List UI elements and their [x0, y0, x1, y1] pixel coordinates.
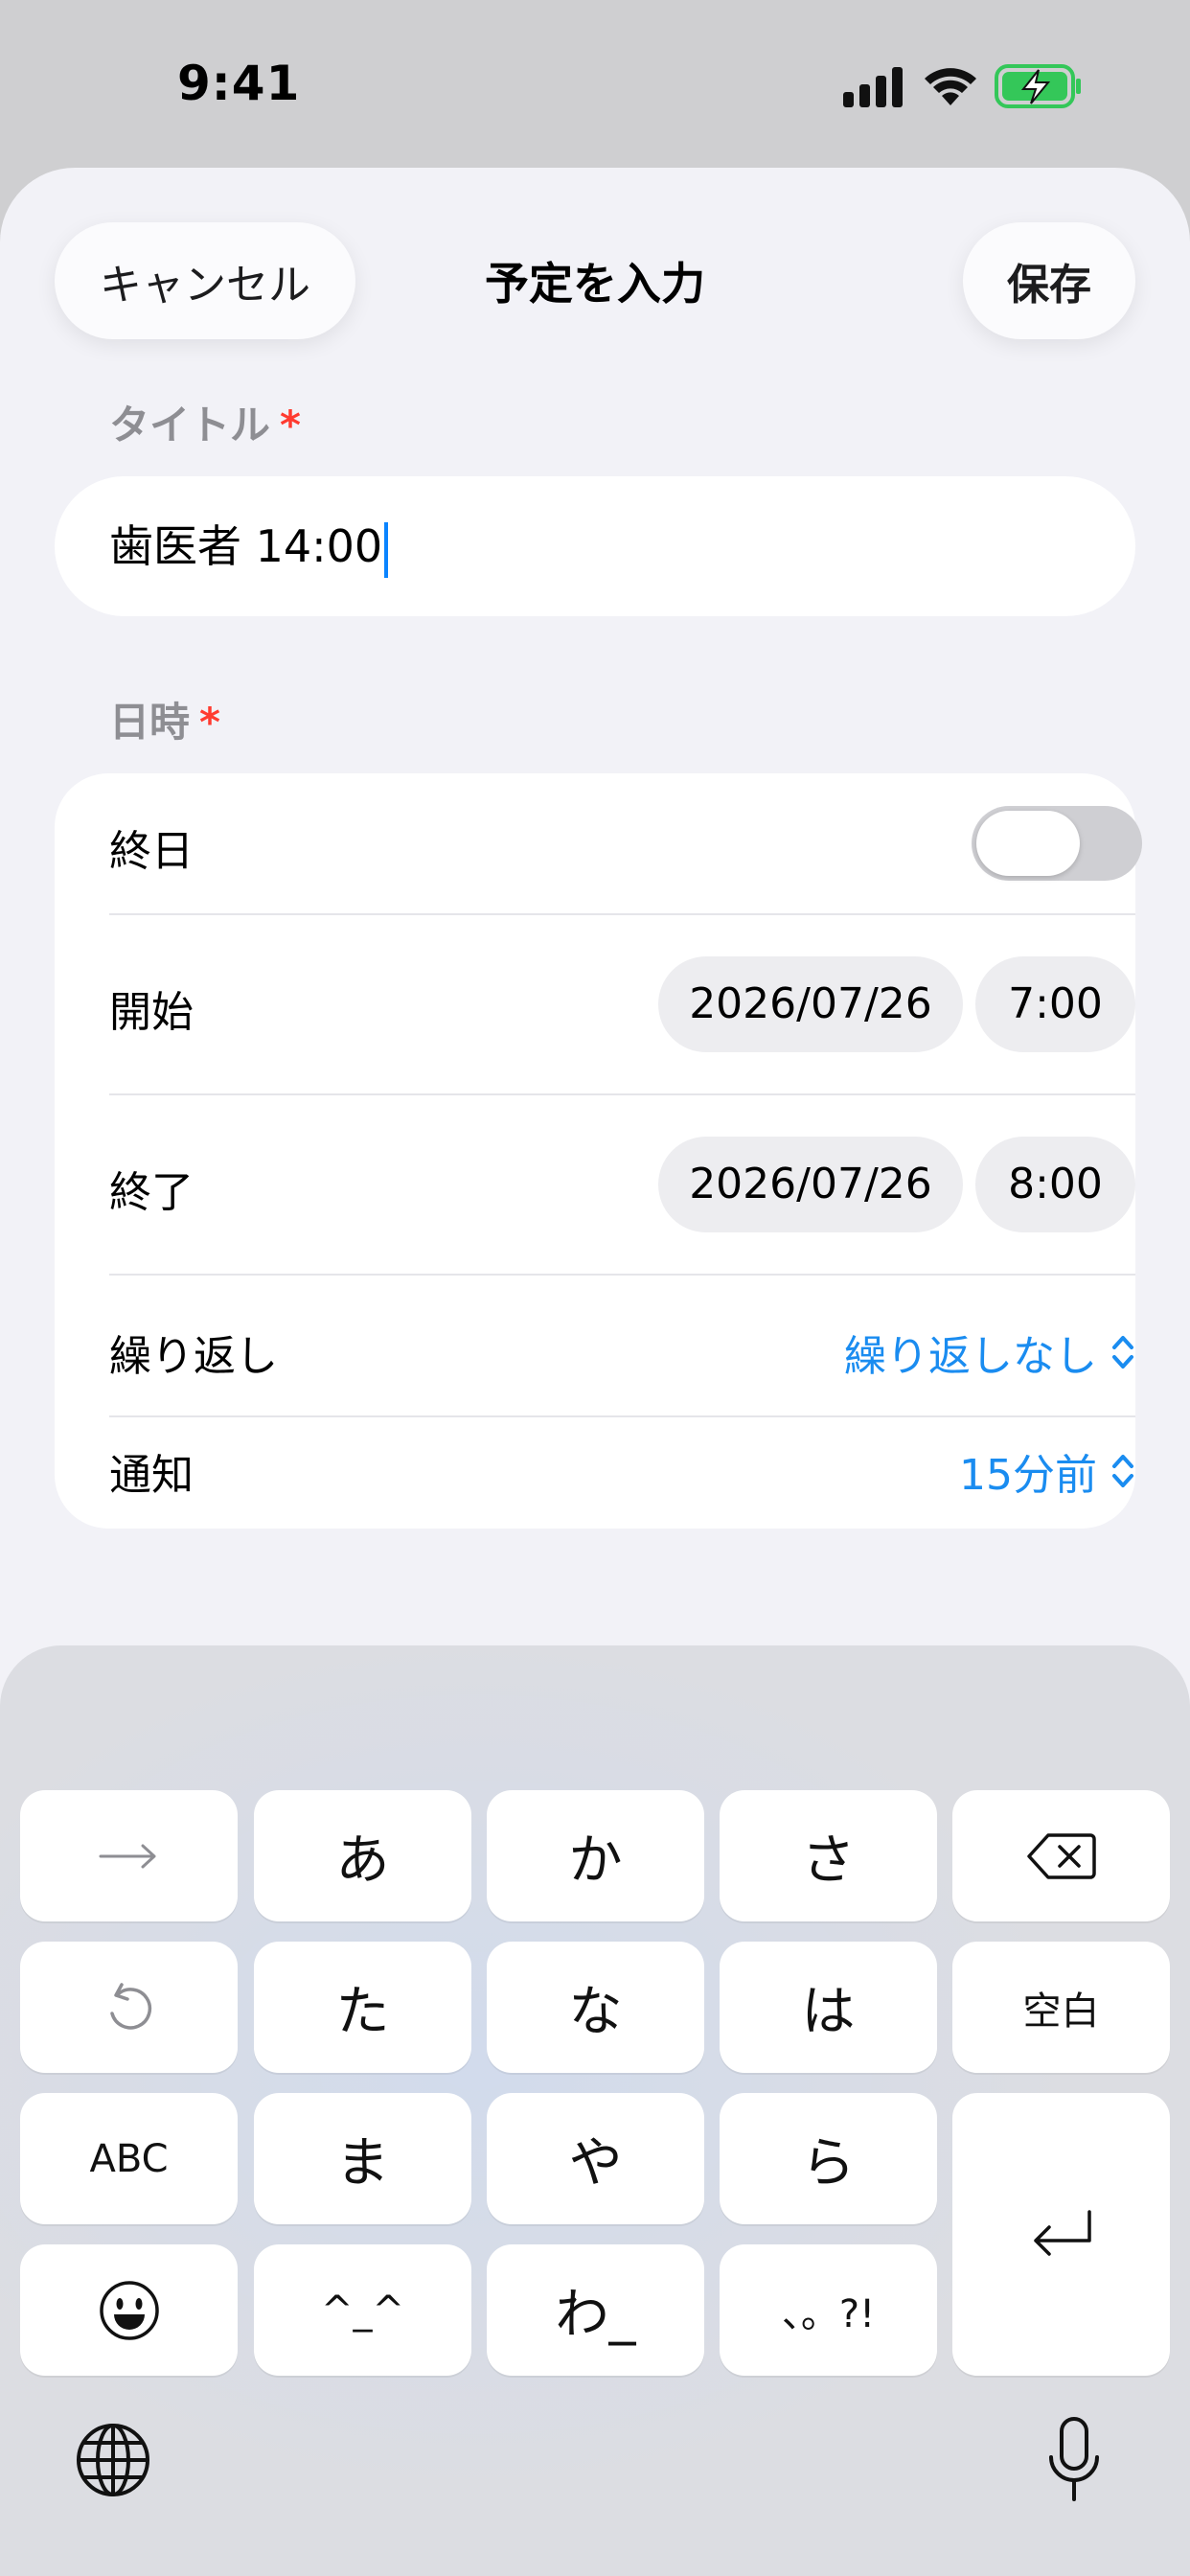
title-label-text: タイトル	[109, 402, 271, 448]
microphone-icon[interactable]	[1046, 2415, 1102, 2503]
key-undo[interactable]	[20, 1942, 238, 2073]
arrow-right-icon	[99, 1844, 155, 1868]
battery-charging-icon	[995, 64, 1081, 108]
repeat-label: 繰り返し	[109, 1332, 278, 1381]
all-day-toggle[interactable]	[972, 806, 1142, 881]
delete-icon	[1026, 1832, 1096, 1879]
title-input-value: 歯医者 14:00	[109, 520, 383, 572]
undo-icon	[109, 1982, 151, 2030]
key-ya[interactable]: や	[487, 2093, 704, 2224]
title-input[interactable]: 歯医者 14:00	[55, 476, 1135, 616]
start-label: 開始	[109, 988, 194, 1037]
key-ka[interactable]: か	[487, 1790, 704, 1921]
end-date-chip[interactable]: 2026/07/26	[658, 1137, 963, 1232]
key-abc[interactable]: ABC	[20, 2093, 238, 2224]
end-label: 終了	[109, 1168, 194, 1217]
all-day-label: 終日	[109, 827, 194, 876]
cellular-signal-icon	[843, 67, 903, 107]
required-mark: *	[199, 699, 220, 746]
status-bar: 9:41	[0, 0, 1190, 168]
key-punctuation[interactable]: 、。?!	[720, 2244, 937, 2376]
repeat-value: 繰り返しなし	[844, 1332, 1097, 1381]
repeat-row: 繰り返し 繰り返しなし	[109, 1276, 1135, 1415]
notification-picker[interactable]: 15分前	[959, 1440, 1135, 1502]
key-na[interactable]: な	[487, 1942, 704, 2073]
status-time: 9:41	[177, 56, 301, 111]
key-ma[interactable]: ま	[254, 2093, 471, 2224]
emoji-icon	[99, 2280, 159, 2340]
key-return[interactable]	[952, 2093, 1170, 2376]
key-ta[interactable]: た	[254, 1942, 471, 2073]
key-arrow-right[interactable]	[20, 1790, 238, 1921]
save-button[interactable]: 保存	[963, 222, 1135, 339]
end-row: 終了 2026/07/26 8:00	[109, 1095, 1135, 1274]
return-icon	[1033, 2209, 1091, 2256]
start-date-chip[interactable]: 2026/07/26	[658, 956, 963, 1052]
key-wa[interactable]: わ_	[487, 2244, 704, 2376]
chevron-up-down-icon	[1112, 1336, 1133, 1368]
required-mark: *	[280, 402, 301, 448]
key-a[interactable]: あ	[254, 1790, 471, 1921]
key-sa[interactable]: さ	[720, 1790, 937, 1921]
key-ha[interactable]: は	[720, 1942, 937, 2073]
wifi-icon	[925, 68, 976, 105]
repeat-picker[interactable]: 繰り返しなし	[844, 1322, 1135, 1383]
start-time-chip[interactable]: 7:00	[975, 956, 1135, 1052]
datetime-label-text: 日時	[109, 699, 191, 746]
key-space[interactable]: 空白	[952, 1942, 1170, 2073]
text-caret	[384, 521, 389, 578]
key-emoji[interactable]	[20, 2244, 238, 2376]
globe-icon[interactable]	[75, 2422, 151, 2498]
key-kaomoji[interactable]: ^_^	[254, 2244, 471, 2376]
key-ra[interactable]: ら	[720, 2093, 937, 2224]
notification-row: 通知 15分前	[109, 1417, 1135, 1529]
datetime-section-label: 日時 *	[109, 690, 220, 748]
title-section-label: タイトル *	[109, 393, 301, 451]
notification-value: 15分前	[959, 1451, 1097, 1500]
datetime-card: 終日 開始 2026/07/26 7:00 終了 2026/07/26 8:00…	[55, 773, 1142, 1529]
end-time-chip[interactable]: 8:00	[975, 1137, 1135, 1232]
all-day-row: 終日	[109, 773, 1142, 913]
start-row: 開始 2026/07/26 7:00	[109, 915, 1135, 1093]
key-delete[interactable]	[952, 1790, 1170, 1921]
notification-label: 通知	[109, 1451, 194, 1500]
chevron-up-down-icon	[1112, 1455, 1133, 1487]
toggle-knob	[976, 811, 1080, 876]
